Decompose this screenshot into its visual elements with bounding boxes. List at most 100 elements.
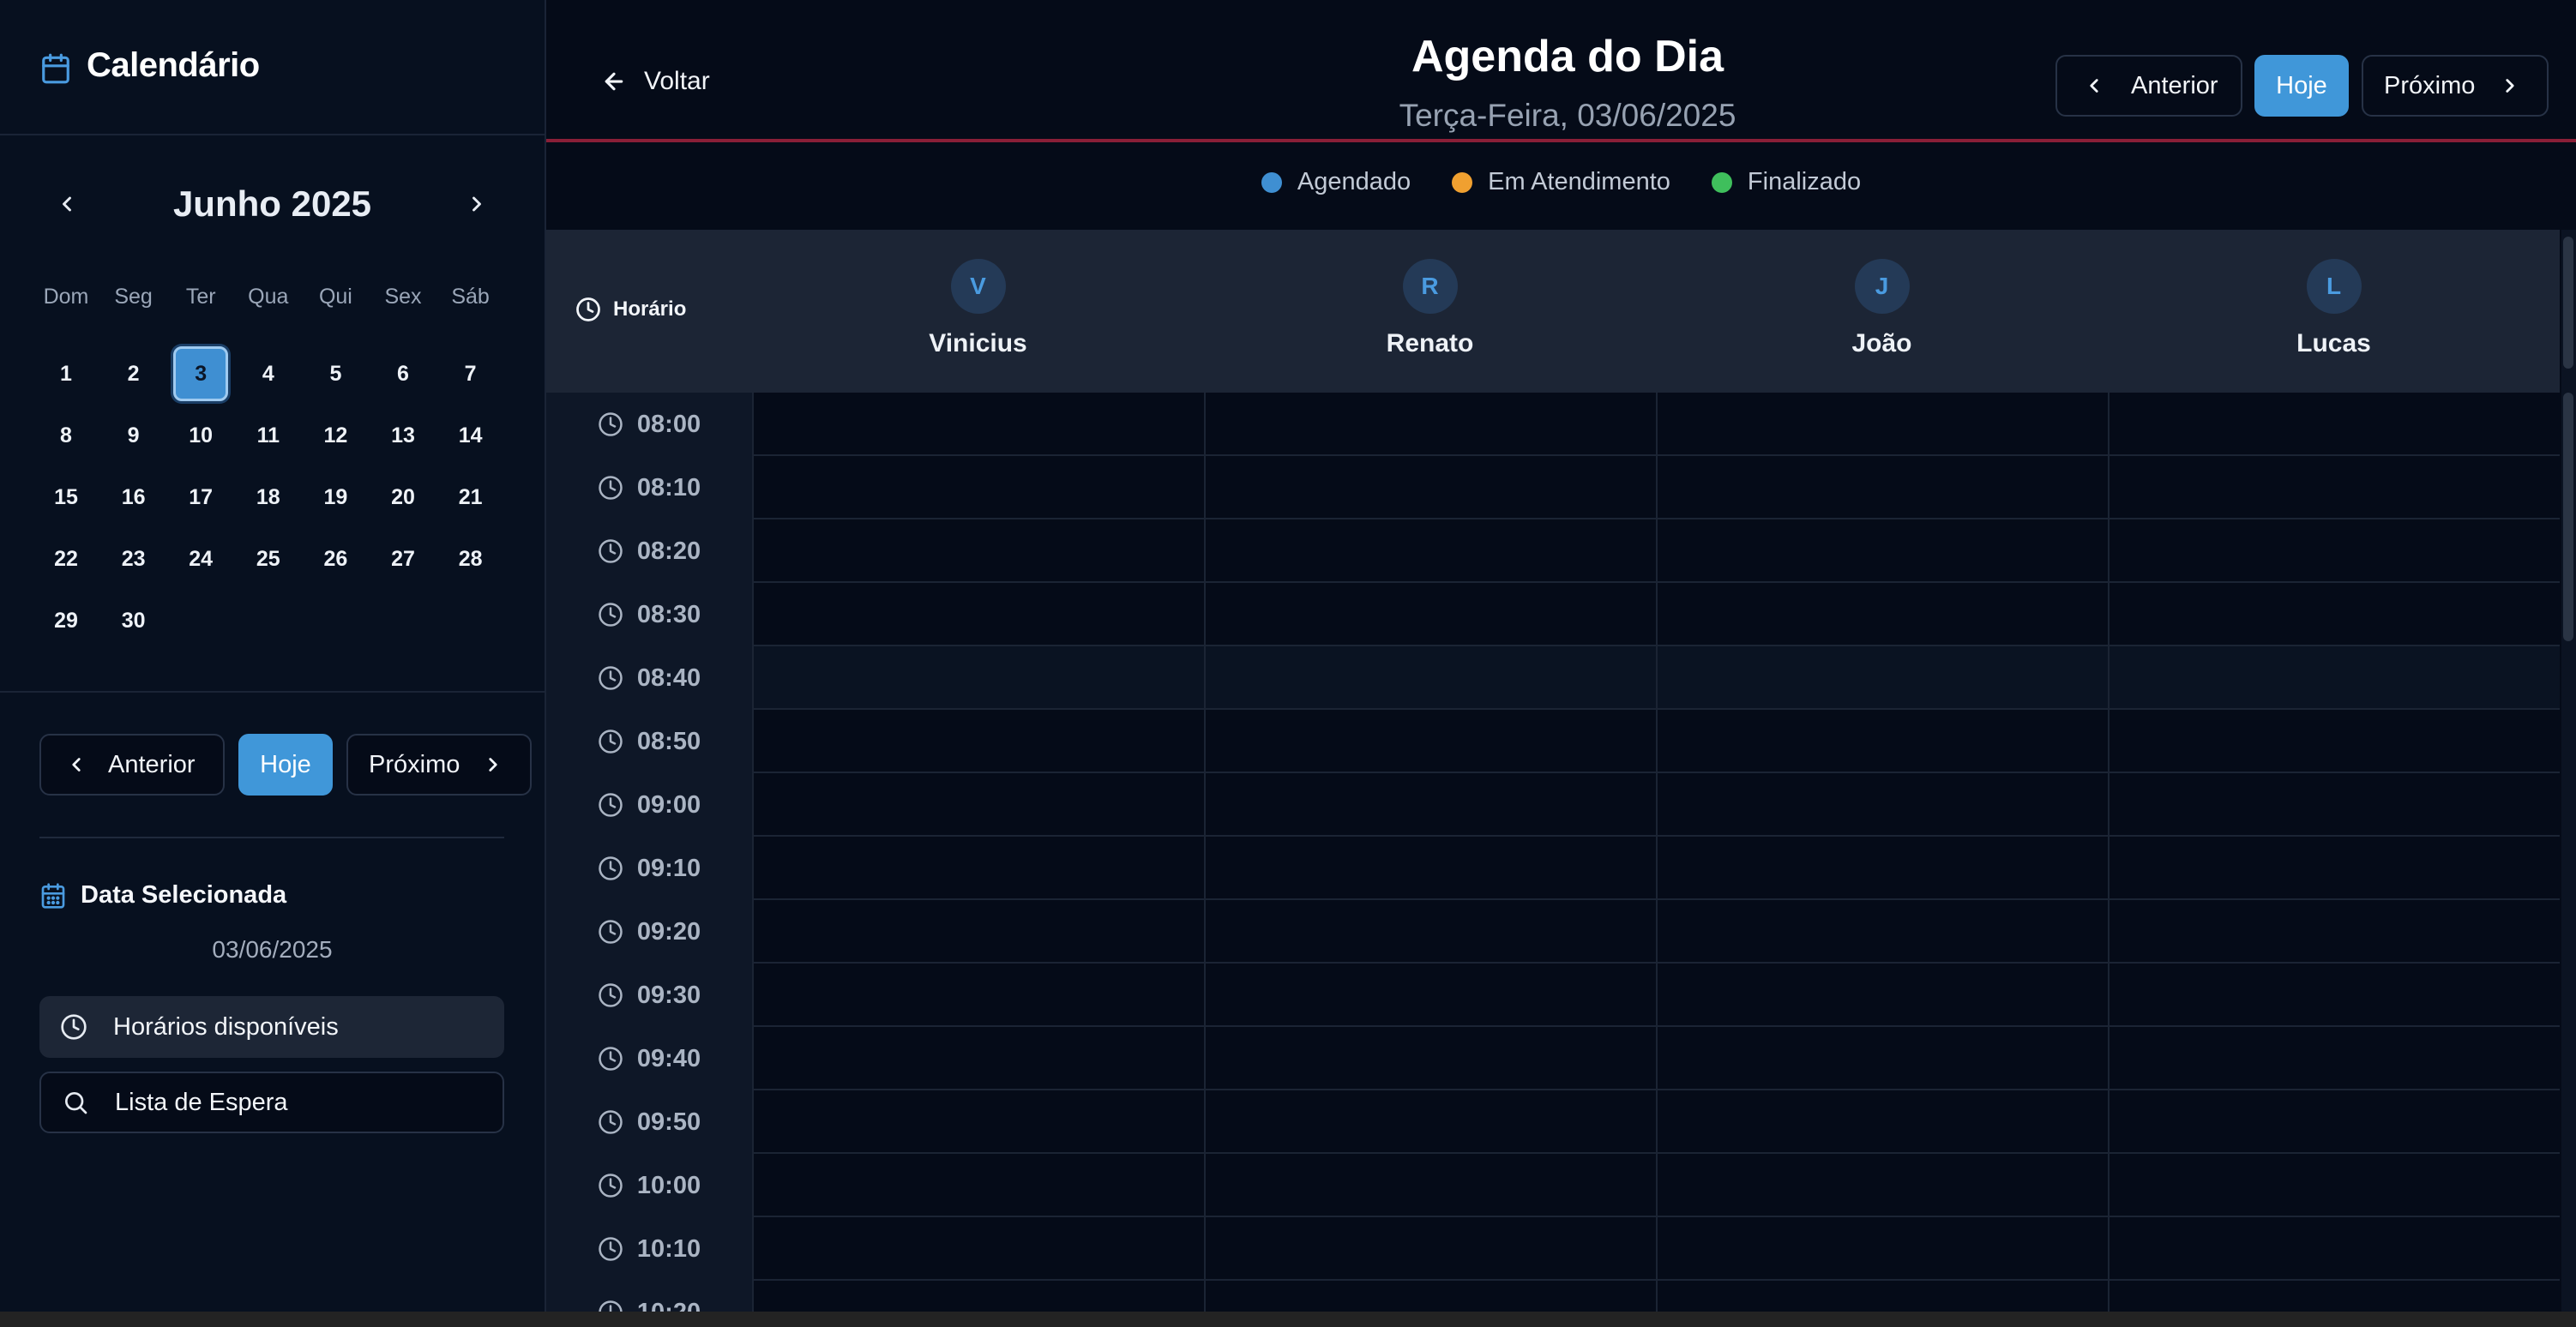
schedule-slot[interactable] bbox=[1204, 1027, 1656, 1089]
schedule-slot[interactable] bbox=[2108, 1154, 2560, 1216]
schedule-slot[interactable] bbox=[1656, 900, 2108, 962]
schedule-slot[interactable] bbox=[752, 837, 1204, 898]
calendar-day[interactable]: 6 bbox=[376, 346, 430, 401]
schedule-slot[interactable] bbox=[1656, 646, 2108, 708]
calendar-day[interactable]: 24 bbox=[173, 531, 228, 586]
schedule-slot[interactable] bbox=[1204, 710, 1656, 772]
calendar-day[interactable]: 15 bbox=[39, 470, 93, 525]
calendar-day[interactable]: 11 bbox=[241, 408, 296, 463]
schedule-slot[interactable] bbox=[752, 900, 1204, 962]
schedule-slot[interactable] bbox=[2108, 710, 2560, 772]
calendar-day[interactable]: 7 bbox=[443, 346, 498, 401]
calendar-day[interactable]: 17 bbox=[173, 470, 228, 525]
today-button[interactable]: Hoje bbox=[2254, 55, 2349, 117]
scrollbar-thumb[interactable] bbox=[2563, 393, 2573, 641]
next-day-button[interactable]: Próximo bbox=[2362, 55, 2549, 117]
schedule-slot[interactable] bbox=[1204, 1281, 1656, 1312]
calendar-day[interactable]: 28 bbox=[443, 531, 498, 586]
calendar-day[interactable]: 8 bbox=[39, 408, 93, 463]
calendar-day[interactable]: 13 bbox=[376, 408, 430, 463]
schedule-slot[interactable] bbox=[752, 773, 1204, 835]
schedule-slot[interactable] bbox=[752, 583, 1204, 645]
schedule-slot[interactable] bbox=[1204, 456, 1656, 518]
schedule-slot[interactable] bbox=[1204, 393, 1656, 454]
schedule-slot[interactable] bbox=[752, 1027, 1204, 1089]
calendar-day[interactable]: 1 bbox=[39, 346, 93, 401]
calendar-day[interactable]: 26 bbox=[308, 531, 363, 586]
schedule-slot[interactable] bbox=[1656, 456, 2108, 518]
schedule-slot[interactable] bbox=[1204, 646, 1656, 708]
calendar-day[interactable]: 25 bbox=[241, 531, 296, 586]
calendar-day[interactable]: 16 bbox=[106, 470, 161, 525]
schedule-slot[interactable] bbox=[1204, 900, 1656, 962]
schedule-slot[interactable] bbox=[1656, 964, 2108, 1025]
next-month-button[interactable] bbox=[451, 178, 503, 230]
schedule-slot[interactable] bbox=[2108, 456, 2560, 518]
schedule-slot[interactable] bbox=[2108, 900, 2560, 962]
schedule-slot[interactable] bbox=[1204, 773, 1656, 835]
schedule-slot[interactable] bbox=[1656, 837, 2108, 898]
schedule-slot[interactable] bbox=[2108, 1090, 2560, 1152]
schedule-slot[interactable] bbox=[1656, 1090, 2108, 1152]
schedule-slot[interactable] bbox=[752, 710, 1204, 772]
calendar-day[interactable]: 4 bbox=[241, 346, 296, 401]
schedule-slot[interactable] bbox=[752, 393, 1204, 454]
schedule-slot[interactable] bbox=[752, 964, 1204, 1025]
schedule-slot[interactable] bbox=[2108, 837, 2560, 898]
sidebar-today-button[interactable]: Hoje bbox=[238, 734, 333, 796]
calendar-day[interactable]: 14 bbox=[443, 408, 498, 463]
schedule-slot[interactable] bbox=[1204, 583, 1656, 645]
calendar-day[interactable]: 20 bbox=[376, 470, 430, 525]
calendar-day[interactable]: 5 bbox=[308, 346, 363, 401]
calendar-day[interactable]: 10 bbox=[173, 408, 228, 463]
schedule-slot[interactable] bbox=[752, 646, 1204, 708]
schedule-slot[interactable] bbox=[1204, 1217, 1656, 1279]
schedule-slot[interactable] bbox=[2108, 1027, 2560, 1089]
calendar-day[interactable]: 29 bbox=[39, 593, 93, 648]
schedule-slot[interactable] bbox=[1656, 1281, 2108, 1312]
waitlist-button[interactable]: Lista de Espera bbox=[39, 1072, 504, 1133]
schedule-slot[interactable] bbox=[1656, 710, 2108, 772]
calendar-day[interactable]: 27 bbox=[376, 531, 430, 586]
schedule-slot[interactable] bbox=[2108, 964, 2560, 1025]
schedule-slot[interactable] bbox=[1656, 519, 2108, 581]
schedule-slot[interactable] bbox=[752, 456, 1204, 518]
calendar-day[interactable]: 21 bbox=[443, 470, 498, 525]
schedule-slot[interactable] bbox=[1204, 1090, 1656, 1152]
calendar-day[interactable]: 22 bbox=[39, 531, 93, 586]
schedule-slot[interactable] bbox=[1204, 964, 1656, 1025]
prev-day-button[interactable]: Anterior bbox=[2055, 55, 2242, 117]
schedule-slot[interactable] bbox=[1656, 1217, 2108, 1279]
back-button[interactable]: Voltar bbox=[601, 67, 710, 96]
schedule-slot[interactable] bbox=[752, 1217, 1204, 1279]
schedule-slot[interactable] bbox=[1204, 837, 1656, 898]
calendar-day-selected[interactable]: 3 bbox=[173, 346, 229, 401]
schedule-slot[interactable] bbox=[2108, 583, 2560, 645]
calendar-day[interactable]: 19 bbox=[308, 470, 363, 525]
schedule-slot[interactable] bbox=[752, 1281, 1204, 1312]
schedule-slot[interactable] bbox=[2108, 646, 2560, 708]
schedule-slot[interactable] bbox=[752, 1090, 1204, 1152]
calendar-day[interactable]: 2 bbox=[106, 346, 161, 401]
schedule-slot[interactable] bbox=[1204, 1154, 1656, 1216]
schedule-slot[interactable] bbox=[1656, 1027, 2108, 1089]
schedule-slot[interactable] bbox=[752, 519, 1204, 581]
schedule-slot[interactable] bbox=[1656, 393, 2108, 454]
header-scrollbar-thumb[interactable] bbox=[2563, 237, 2573, 369]
schedule-slot[interactable] bbox=[1656, 1154, 2108, 1216]
sidebar-next-button[interactable]: Próximo bbox=[346, 734, 532, 796]
calendar-day[interactable]: 23 bbox=[106, 531, 161, 586]
schedule-slot[interactable] bbox=[2108, 773, 2560, 835]
schedule-slot[interactable] bbox=[1656, 773, 2108, 835]
calendar-day[interactable]: 9 bbox=[106, 408, 161, 463]
schedule-slot[interactable] bbox=[2108, 393, 2560, 454]
schedule-slot[interactable] bbox=[2108, 1281, 2560, 1312]
schedule-slot[interactable] bbox=[752, 1154, 1204, 1216]
schedule-slot[interactable] bbox=[1204, 519, 1656, 581]
calendar-day[interactable]: 12 bbox=[308, 408, 363, 463]
sidebar-prev-button[interactable]: Anterior bbox=[39, 734, 225, 796]
calendar-day[interactable]: 30 bbox=[106, 593, 161, 648]
available-times-button[interactable]: Horários disponíveis bbox=[39, 996, 504, 1058]
schedule-slot[interactable] bbox=[2108, 1217, 2560, 1279]
calendar-day[interactable]: 18 bbox=[241, 470, 296, 525]
